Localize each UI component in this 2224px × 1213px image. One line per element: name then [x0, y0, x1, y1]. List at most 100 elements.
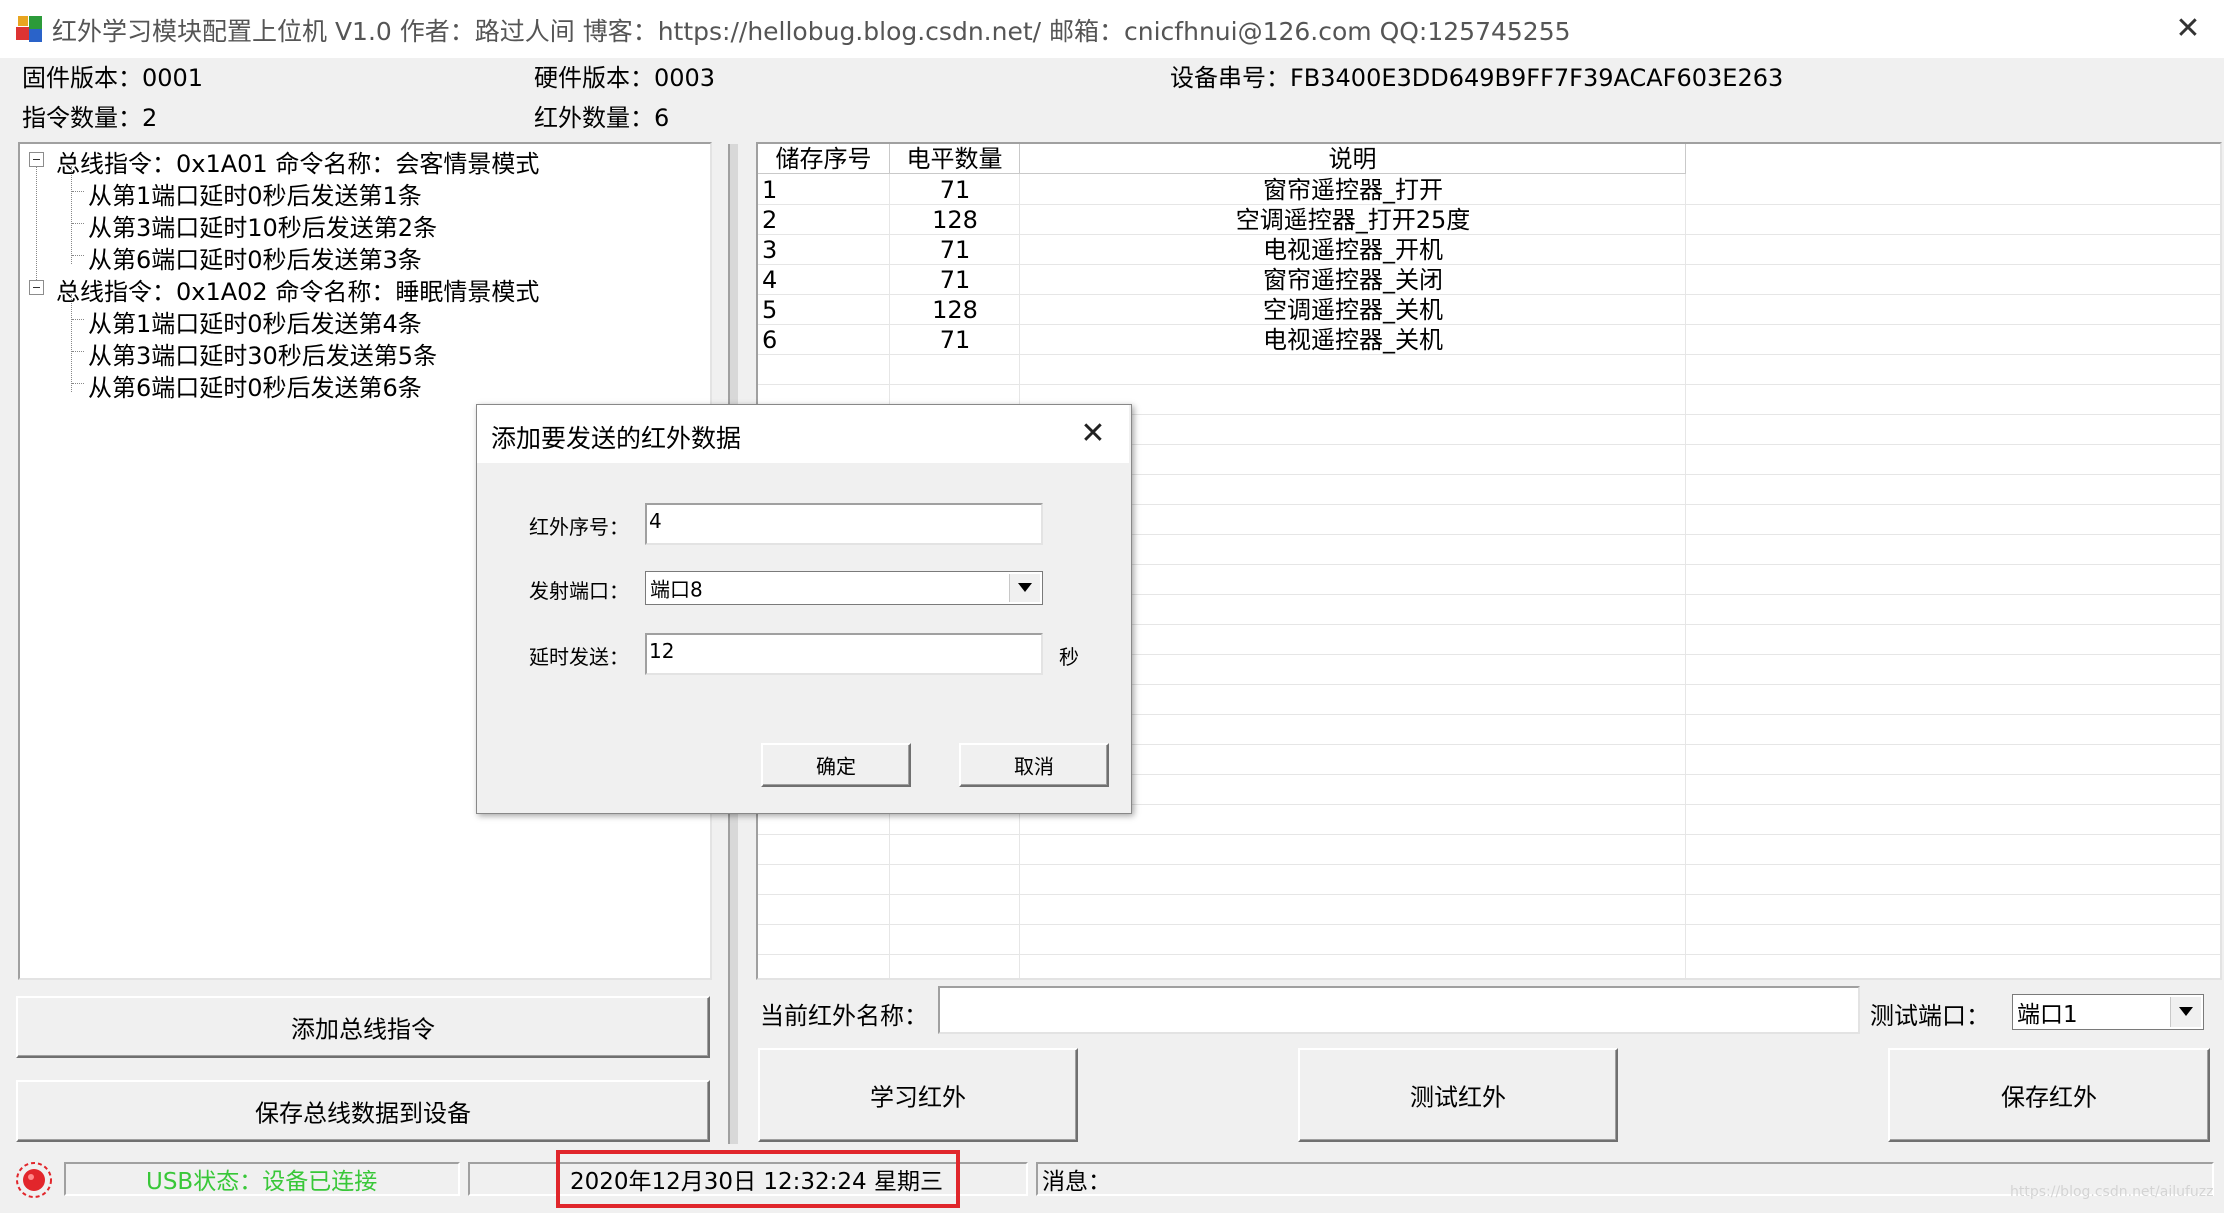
main-window: 红外学习模块配置上位机 V1.0 作者：路过人间 博客：https://hell… [0, 0, 2224, 1213]
tree-node-step[interactable]: 从第3端口延时30秒后发送第5条 [88, 336, 437, 371]
cell-levels[interactable]: 71 [890, 325, 1020, 355]
dialog-close-icon[interactable]: ✕ [1073, 415, 1113, 453]
cell-levels[interactable]: 128 [890, 295, 1020, 325]
cell-desc[interactable]: 空调遥控器_打开25度 [1020, 205, 1686, 235]
test-ir-button[interactable]: 测试红外 [1298, 1048, 1618, 1142]
dialog-title-bar: 添加要发送的红外数据 ✕ [477, 405, 1129, 463]
learn-ir-button[interactable]: 学习红外 [758, 1048, 1078, 1142]
ir-index-label: 红外序号： [529, 515, 629, 539]
save-bus-data-button[interactable]: 保存总线数据到设备 [16, 1080, 710, 1142]
cell-index[interactable]: 3 [762, 235, 777, 265]
tree-line [72, 319, 84, 320]
test-port-select[interactable]: 端口1 [2012, 994, 2204, 1030]
cell-index[interactable]: 6 [762, 325, 777, 355]
datetime-highlight-box [556, 1150, 960, 1208]
ir-count: 红外数量：6 [534, 98, 669, 133]
delay-value: 12 [649, 639, 675, 663]
firmware-value: 0001 [142, 64, 204, 92]
hardware-label: 硬件版本： [534, 64, 654, 92]
collapse-icon[interactable] [29, 152, 44, 167]
ok-label: 确定 [816, 754, 856, 779]
tree-node-step[interactable]: 从第1端口延时0秒后发送第1条 [88, 176, 422, 211]
tree-line [71, 166, 72, 264]
ir-name-label: 当前红外名称： [760, 1002, 928, 1030]
close-icon[interactable]: ✕ [2168, 10, 2208, 48]
device-serial: 设备串号：FB3400E3DD649B9FF7F39ACAF603E263 [1170, 58, 1783, 93]
title-bar: 红外学习模块配置上位机 V1.0 作者：路过人间 博客：https://hell… [0, 0, 2224, 58]
test-ir-label: 测试红外 [1410, 1083, 1506, 1112]
usb-status-text: USB状态：设备已连接 [146, 1169, 378, 1195]
column-header-desc[interactable]: 说明 [1020, 144, 1686, 174]
add-bus-command-label: 添加总线指令 [291, 1015, 435, 1044]
hardware-version: 硬件版本：0003 [534, 58, 715, 93]
port-label: 发射端口： [529, 579, 629, 603]
grid-line [758, 924, 2220, 925]
delay-unit: 秒 [1059, 645, 1079, 669]
column-header-index[interactable]: 储存序号 [758, 144, 890, 174]
grid-line [758, 954, 2220, 955]
tree-node-bus-cmd[interactable]: 总线指令：0x1A01 命令名称：会客情景模式 [56, 144, 539, 179]
add-bus-command-button[interactable]: 添加总线指令 [16, 996, 710, 1058]
test-port-label: 测试端口： [1870, 1002, 1990, 1030]
message-label: 消息： [1042, 1169, 1111, 1195]
cell-levels[interactable]: 71 [890, 175, 1020, 205]
delay-input[interactable]: 12 [645, 633, 1043, 675]
tree-node-bus-cmd[interactable]: 总线指令：0x1A02 命令名称：睡眠情景模式 [56, 272, 539, 307]
ir-index-input[interactable]: 4 [645, 503, 1043, 545]
app-icon [16, 16, 42, 42]
tree-node-step[interactable]: 从第3端口延时10秒后发送第2条 [88, 208, 437, 243]
cancel-button[interactable]: 取消 [959, 743, 1109, 787]
grid-line [758, 864, 2220, 865]
tree-line [72, 351, 84, 352]
command-count: 指令数量：2 [22, 98, 157, 133]
firmware-version: 固件版本：0001 [22, 58, 203, 93]
save-ir-button[interactable]: 保存红外 [1888, 1048, 2210, 1142]
tree-line [72, 223, 84, 224]
tree-line [36, 166, 37, 294]
hardware-value: 0003 [654, 64, 716, 92]
column-header-levels[interactable]: 电平数量 [890, 144, 1020, 174]
tree-line [72, 383, 84, 384]
cell-desc[interactable]: 电视遥控器_关机 [1020, 325, 1686, 355]
learn-ir-label: 学习红外 [870, 1083, 966, 1112]
cell-levels[interactable]: 71 [890, 265, 1020, 295]
cmd-count-value: 2 [142, 104, 158, 132]
grid-line [758, 384, 2220, 385]
cell-desc[interactable]: 空调遥控器_关机 [1020, 295, 1686, 325]
usb-status-panel: USB状态：设备已连接 [64, 1162, 460, 1196]
tree-node-step[interactable]: 从第6端口延时0秒后发送第3条 [88, 240, 422, 275]
chevron-down-icon[interactable] [1009, 574, 1040, 602]
collapse-icon[interactable] [29, 280, 44, 295]
chevron-down-icon[interactable] [2170, 997, 2201, 1027]
ir-count-value: 6 [654, 104, 670, 132]
cancel-label: 取消 [1014, 754, 1054, 779]
cell-index[interactable]: 1 [762, 175, 777, 205]
ir-name-input[interactable] [938, 986, 1860, 1034]
dialog-title: 添加要发送的红外数据 [491, 424, 742, 453]
cell-index[interactable]: 5 [762, 295, 777, 325]
cell-levels[interactable]: 71 [890, 235, 1020, 265]
grid-line [758, 894, 2220, 895]
serial-label: 设备串号： [1170, 64, 1290, 92]
cell-index[interactable]: 2 [762, 205, 777, 235]
cell-desc[interactable]: 电视遥控器_开机 [1020, 235, 1686, 265]
ok-button[interactable]: 确定 [761, 743, 911, 787]
save-ir-label: 保存红外 [2001, 1083, 2097, 1112]
tree-line [71, 294, 72, 392]
grid-line [758, 834, 2220, 835]
ir-index-value: 4 [649, 509, 662, 533]
ir-count-label: 红外数量： [534, 104, 654, 132]
cell-index[interactable]: 4 [762, 265, 777, 295]
port-value: 端口8 [650, 577, 703, 602]
cell-desc[interactable]: 窗帘遥控器_关闭 [1020, 265, 1686, 295]
serial-value: FB3400E3DD649B9FF7F39ACAF603E263 [1290, 64, 1784, 92]
cell-desc[interactable]: 窗帘遥控器_打开 [1020, 175, 1686, 205]
tree-node-step[interactable]: 从第1端口延时0秒后发送第4条 [88, 304, 422, 339]
test-port-value: 端口1 [2017, 1002, 2078, 1028]
delay-label: 延时发送： [529, 645, 629, 669]
port-select[interactable]: 端口8 [645, 571, 1043, 605]
tree-node-step[interactable]: 从第6端口延时0秒后发送第6条 [88, 368, 422, 403]
cell-levels[interactable]: 128 [890, 205, 1020, 235]
red-led-icon [16, 1162, 52, 1198]
watermark: https://blog.csdn.net/ailufuzz [2010, 1184, 2214, 1200]
